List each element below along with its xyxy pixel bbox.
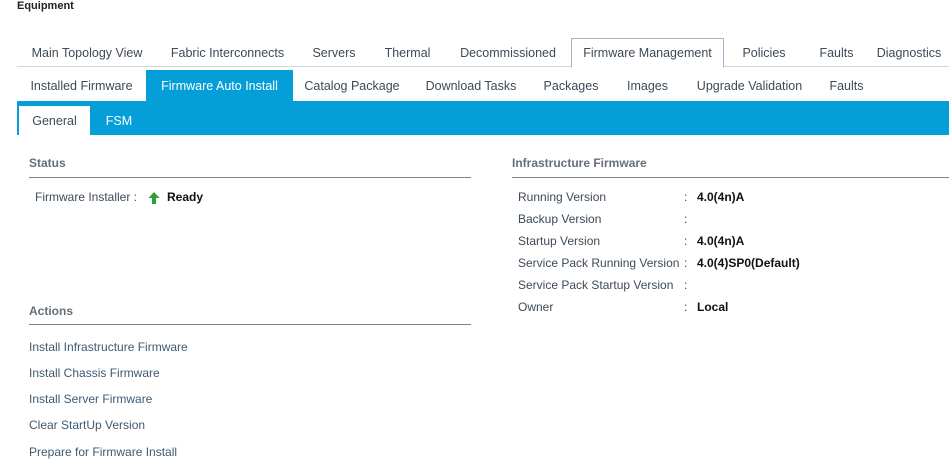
subtab-images[interactable]: Images	[611, 70, 684, 101]
service-pack-running-version-label: Service Pack Running Version	[518, 256, 680, 270]
status-divider	[29, 177, 471, 178]
infrastructure-firmware-title: Infrastructure Firmware	[512, 156, 647, 170]
running-version-colon: :	[684, 190, 688, 204]
arrow-up-icon	[148, 192, 160, 204]
subtab-installed-firmware[interactable]: Installed Firmware	[17, 70, 146, 101]
backup-version-colon: :	[684, 212, 688, 226]
install-infrastructure-firmware-link[interactable]: Install Infrastructure Firmware	[29, 340, 188, 354]
owner-colon: :	[684, 300, 688, 314]
startup-version-colon: :	[684, 234, 688, 248]
tab-policies[interactable]: Policies	[724, 38, 804, 67]
subtab-download-tasks[interactable]: Download Tasks	[411, 70, 531, 101]
firmware-installer-status: Ready	[167, 190, 204, 204]
running-version-label: Running Version	[518, 190, 607, 204]
subtab-catalog-package[interactable]: Catalog Package	[293, 70, 411, 101]
subtab-packages[interactable]: Packages	[531, 70, 611, 101]
tab-main-topology-view[interactable]: Main Topology View	[17, 38, 157, 67]
service-pack-running-version-colon: :	[684, 256, 688, 270]
startup-version-value: 4.0(4n)A	[697, 234, 745, 248]
subtab-faults[interactable]: Faults	[815, 70, 878, 101]
backup-version-label: Backup Version	[518, 212, 602, 226]
service-pack-startup-version-colon: :	[684, 278, 688, 292]
actions-section-title: Actions	[29, 304, 74, 318]
sub-tab-bar: Installed Firmware Firmware Auto Install…	[17, 70, 949, 101]
prepare-for-firmware-install-link[interactable]: Prepare for Firmware Install	[29, 445, 177, 459]
tab-servers[interactable]: Servers	[298, 38, 370, 67]
subtab-firmware-auto-install[interactable]: Firmware Auto Install	[146, 70, 293, 101]
top-tab-bar: Main Topology View Fabric Interconnects …	[17, 38, 949, 68]
page-title: Equipment	[17, 0, 74, 12]
service-pack-startup-version-label: Service Pack Startup Version	[518, 278, 674, 292]
tab-firmware-management[interactable]: Firmware Management	[571, 38, 724, 68]
tab-faults[interactable]: Faults	[804, 38, 869, 67]
owner-value: Local	[697, 300, 729, 314]
tab-fabric-interconnects[interactable]: Fabric Interconnects	[157, 38, 298, 67]
infrastructure-divider	[512, 177, 949, 178]
service-pack-running-version-value: 4.0(4)SP0(Default)	[697, 256, 800, 270]
tab-general[interactable]: General	[19, 106, 90, 135]
tab-decommissioned[interactable]: Decommissioned	[445, 38, 571, 67]
firmware-installer-label: Firmware Installer :	[35, 190, 138, 204]
clear-startup-version-link[interactable]: Clear StartUp Version	[29, 418, 145, 432]
status-section-title: Status	[29, 156, 66, 170]
detail-tab-bar: General FSM	[17, 101, 949, 135]
install-server-firmware-link[interactable]: Install Server Firmware	[29, 392, 152, 406]
startup-version-label: Startup Version	[518, 234, 601, 248]
owner-label: Owner	[518, 300, 554, 314]
tab-fsm[interactable]: FSM	[90, 106, 148, 135]
tab-thermal[interactable]: Thermal	[370, 38, 445, 67]
install-chassis-firmware-link[interactable]: Install Chassis Firmware	[29, 366, 160, 380]
running-version-value: 4.0(4n)A	[697, 190, 745, 204]
tab-diagnostics[interactable]: Diagnostics	[869, 38, 949, 67]
subtab-upgrade-validation[interactable]: Upgrade Validation	[684, 70, 815, 101]
actions-divider	[29, 324, 471, 325]
